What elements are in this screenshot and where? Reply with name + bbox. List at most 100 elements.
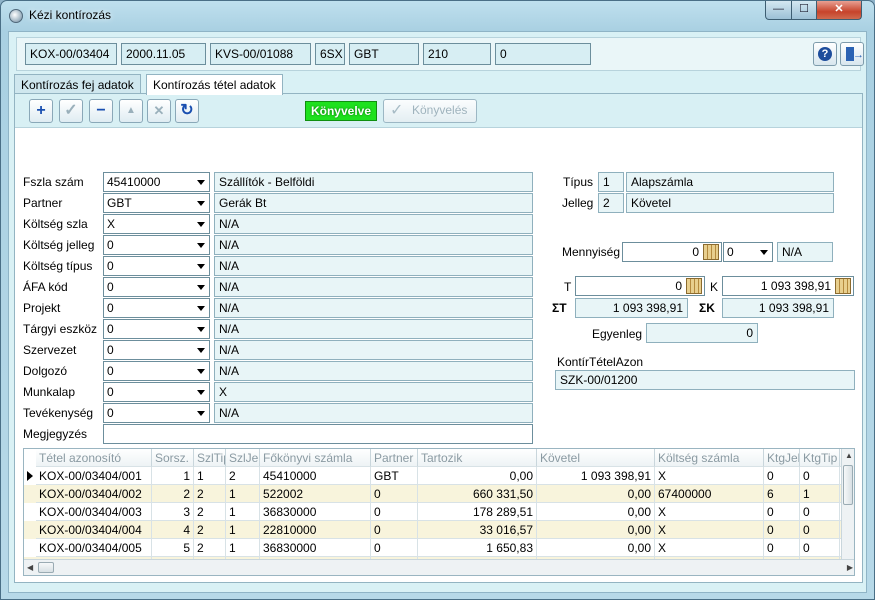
grid-row[interactable]: KOX-00/03404/004 4 2 1 22810000 0 33 016,57 0,0… bbox=[24, 521, 854, 539]
grid-row[interactable]: KOX-00/03404/002 2 2 1 522002 0 660 331,50 0,00… bbox=[24, 485, 854, 503]
items-grid[interactable]: Tétel azonosítóSorsz.SzlTipSzlJelFőkönyv… bbox=[23, 448, 855, 576]
client-area: KOX-00/03404 2000.11.05 KVS-00/01088 6SX… bbox=[8, 31, 867, 593]
help-icon: ? bbox=[818, 47, 832, 61]
window-title: Kézi kontírozás bbox=[29, 8, 112, 22]
type-label: Típus bbox=[563, 175, 594, 189]
grid-header-row: Tétel azonosítóSorsz.SzlTipSzlJelFőkönyv… bbox=[24, 449, 854, 467]
form-code-select[interactable]: 0 bbox=[103, 382, 210, 402]
confirm-button[interactable]: ✓ bbox=[59, 99, 83, 123]
vertical-scroll-thumb[interactable] bbox=[843, 465, 853, 505]
grid-cell: 1 093 398,91 bbox=[537, 467, 655, 485]
credit-sum-value: 1 093 398,91 bbox=[722, 298, 834, 318]
grid-header-cell[interactable]: Követel bbox=[537, 449, 655, 467]
scroll-right-icon[interactable]: ▶ bbox=[847, 563, 853, 572]
quantity-input[interactable]: 0 bbox=[622, 242, 722, 262]
delete-button[interactable]: − bbox=[89, 99, 113, 123]
minimize-button[interactable]: — bbox=[765, 1, 792, 20]
grid-cell: 0,00 bbox=[537, 521, 655, 539]
form-code-select[interactable]: X bbox=[103, 214, 210, 234]
grid-header-cell[interactable]: Partner bbox=[371, 449, 418, 467]
unit-select-value: 0 bbox=[727, 245, 734, 259]
add-button[interactable]: + bbox=[29, 99, 53, 123]
form-code-select[interactable]: 0 bbox=[103, 361, 210, 381]
grid-cell: 0 bbox=[800, 521, 840, 539]
item-toolbar: + ✓ − ▲ ✕ ↻ Könyvelve ✓ Könyvelés bbox=[15, 94, 862, 128]
form-label: Fszla szám bbox=[23, 175, 84, 189]
grid-cell: 522002 bbox=[260, 485, 371, 503]
grid-header-cell[interactable]: Tartozik bbox=[418, 449, 537, 467]
debit-input[interactable]: 0 bbox=[575, 276, 705, 296]
post-button[interactable]: ✓ Könyvelés bbox=[383, 99, 477, 123]
help-button[interactable]: ? bbox=[813, 42, 837, 66]
form-code-select[interactable]: 45410000 bbox=[103, 172, 210, 192]
grid-header-cell[interactable]: SzlJel bbox=[226, 449, 260, 467]
grid-header-cell[interactable]: KtgTip bbox=[800, 449, 840, 467]
chevron-down-icon bbox=[197, 180, 205, 185]
grid-row[interactable]: KOX-00/03404/005 5 2 1 36830000 0 1 650,83 0,00… bbox=[24, 539, 854, 557]
grid-header-cell[interactable]: Tétel azonosító bbox=[36, 449, 152, 467]
form-code-select[interactable]: 0 bbox=[103, 298, 210, 318]
exit-button[interactable]: → bbox=[840, 42, 864, 66]
unit-select[interactable]: 0 bbox=[723, 242, 773, 262]
grid-cell: 22810000 bbox=[260, 521, 371, 539]
title-bar[interactable]: Kézi kontírozás — ☐ ✕ bbox=[1, 1, 874, 31]
form-code-value: GBT bbox=[107, 196, 132, 210]
grid-cell: 33 016,57 bbox=[418, 521, 537, 539]
scroll-up-icon[interactable]: ▲ bbox=[845, 451, 853, 460]
grid-header-cell[interactable]: Költség számla bbox=[655, 449, 764, 467]
chevron-down-icon bbox=[197, 201, 205, 206]
form-code-select[interactable]: 0 bbox=[103, 319, 210, 339]
grid-header-cell[interactable]: Főkönyvi számla bbox=[260, 449, 371, 467]
form-description: N/A bbox=[214, 319, 533, 339]
credit-input[interactable]: 1 093 398,91 bbox=[722, 276, 854, 296]
form-code-value: 0 bbox=[107, 259, 114, 273]
move-up-button[interactable]: ▲ bbox=[119, 99, 143, 123]
tab-item-data[interactable]: Kontírozás tétel adatok bbox=[146, 74, 283, 95]
horizontal-scroll-thumb[interactable] bbox=[38, 562, 54, 573]
chevron-down-icon bbox=[197, 243, 205, 248]
chevron-down-icon bbox=[197, 285, 205, 290]
grid-cell: 1 bbox=[194, 467, 226, 485]
form-code-select[interactable]: 0 bbox=[103, 256, 210, 276]
grid-cell: 0,00 bbox=[537, 485, 655, 503]
type-code-value: 1 bbox=[598, 172, 624, 192]
form-code-value: 0 bbox=[107, 238, 114, 252]
refresh-button[interactable]: ↻ bbox=[175, 99, 199, 123]
form-code-value: 0 bbox=[107, 322, 114, 336]
form-code-select[interactable]: 0 bbox=[103, 277, 210, 297]
scroll-left-icon[interactable]: ◀ bbox=[27, 563, 33, 572]
calculator-icon[interactable] bbox=[703, 244, 719, 260]
cancel-button[interactable]: ✕ bbox=[147, 99, 171, 123]
vertical-scrollbar[interactable]: ▲ bbox=[841, 449, 854, 559]
form-code-select[interactable]: 0 bbox=[103, 235, 210, 255]
grid-cell: 660 331,50 bbox=[418, 485, 537, 503]
calculator-icon[interactable] bbox=[686, 278, 702, 294]
form-code-select[interactable]: GBT bbox=[103, 193, 210, 213]
grid-cell: 0 bbox=[371, 485, 418, 503]
calculator-icon[interactable] bbox=[835, 278, 851, 294]
close-button[interactable]: ✕ bbox=[816, 1, 862, 20]
grid-cell: 0 bbox=[371, 521, 418, 539]
post-button-label: Könyvelés bbox=[412, 103, 468, 117]
grid-cell: KOX-00/03404/004 bbox=[36, 521, 152, 539]
grid-header-cell[interactable]: Sorsz. bbox=[152, 449, 194, 467]
horizontal-scrollbar[interactable]: ◀ ▶ bbox=[24, 559, 854, 575]
grid-row[interactable]: KOX-00/03404/001 1 1 2 45410000 GBT 0,00 1 093 … bbox=[24, 467, 854, 485]
partner-code-field: GBT bbox=[349, 43, 419, 65]
maximize-button[interactable]: ☐ bbox=[791, 1, 817, 20]
grid-cell: X bbox=[655, 539, 764, 557]
form-description: Gerák Bt bbox=[214, 193, 533, 213]
grid-cell: KOX-00/03404/001 bbox=[36, 467, 152, 485]
form-code-select[interactable]: 0 bbox=[103, 340, 210, 360]
grid-cell: 0 bbox=[800, 539, 840, 557]
form-code-select[interactable]: 0 bbox=[103, 403, 210, 423]
tab-header-data[interactable]: Kontírozás fej adatok bbox=[14, 74, 141, 94]
note-input[interactable] bbox=[103, 424, 533, 444]
grid-header-cell[interactable]: KtgJel bbox=[764, 449, 800, 467]
form-label: Munkalap bbox=[23, 385, 76, 399]
grid-row[interactable]: KOX-00/03404/003 3 2 1 36830000 0 178 289,51 0,… bbox=[24, 503, 854, 521]
chevron-down-icon bbox=[197, 306, 205, 311]
grid-header-cell[interactable]: SzlTip bbox=[194, 449, 226, 467]
form-label: Költség szla bbox=[23, 217, 88, 231]
grid-cell: 0 bbox=[764, 539, 800, 557]
